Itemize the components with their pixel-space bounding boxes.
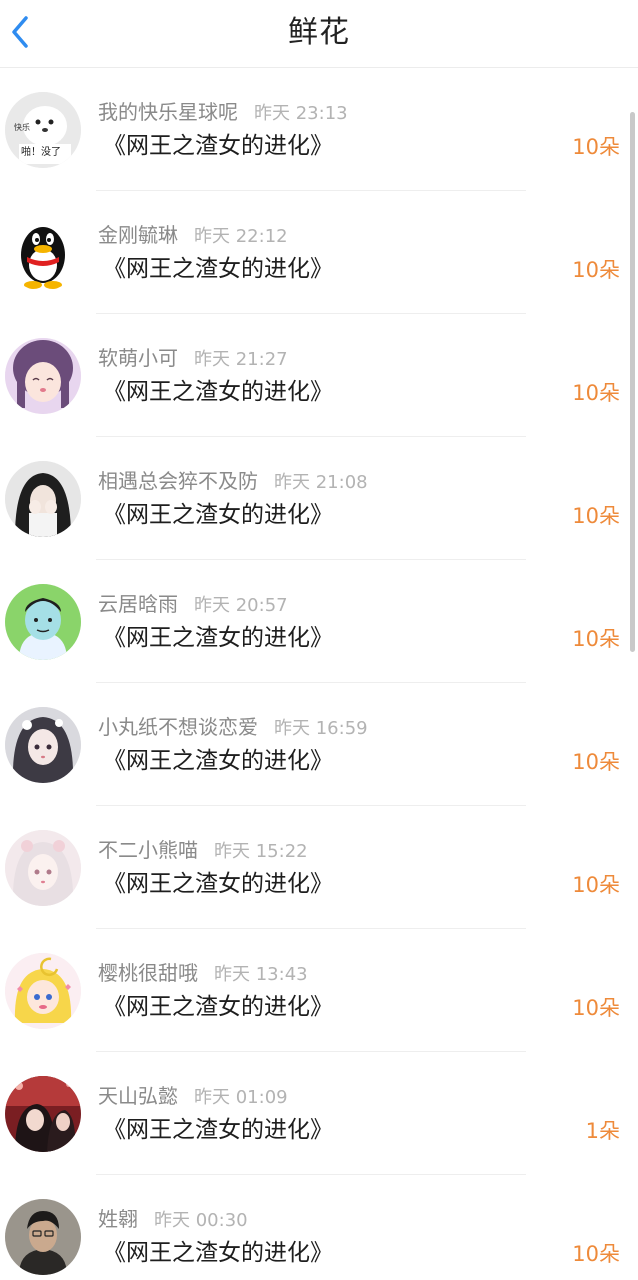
timestamp: 昨天 15:22: [214, 841, 308, 862]
book-title[interactable]: 《网王之渣女的进化》: [103, 868, 333, 900]
flower-count: 10朵: [572, 504, 620, 528]
avatar[interactable]: [5, 338, 81, 414]
book-title[interactable]: 《网王之渣女的进化》: [103, 1237, 333, 1269]
timestamp: 昨天 23:13: [254, 103, 348, 124]
nav-bar: 鲜花: [0, 0, 638, 68]
flower-count: 1朵: [585, 1119, 620, 1143]
user-name[interactable]: 金刚毓琳: [98, 223, 178, 247]
scrollbar[interactable]: [630, 112, 635, 652]
user-name[interactable]: 姓翱: [98, 1207, 138, 1231]
book-title[interactable]: 《网王之渣女的进化》: [103, 376, 333, 408]
user-name[interactable]: 天山弘懿: [98, 1084, 178, 1108]
flower-count: 10朵: [572, 135, 620, 159]
user-name[interactable]: 我的快乐星球呢: [98, 100, 238, 124]
timestamp: 昨天 01:09: [194, 1087, 288, 1108]
book-title[interactable]: 《网王之渣女的进化》: [103, 1114, 333, 1146]
list-item[interactable]: 姓翱 昨天 00:30 《网王之渣女的进化》 10朵: [0, 1175, 638, 1280]
book-title[interactable]: 《网王之渣女的进化》: [103, 745, 333, 777]
list-item[interactable]: 樱桃很甜哦 昨天 13:43 《网王之渣女的进化》 10朵: [0, 929, 638, 1052]
user-name[interactable]: 相遇总会猝不及防: [98, 469, 258, 493]
avatar[interactable]: 快乐 啪！没了: [5, 92, 81, 168]
avatar[interactable]: [5, 584, 81, 660]
list-item[interactable]: 相遇总会猝不及防 昨天 21:08 《网王之渣女的进化》 10朵: [0, 437, 638, 560]
svg-text:啪！没了: 啪！没了: [21, 145, 61, 158]
user-name[interactable]: 软萌小可: [98, 346, 178, 370]
book-title[interactable]: 《网王之渣女的进化》: [103, 499, 333, 531]
avatar[interactable]: [5, 1199, 81, 1275]
timestamp: 昨天 13:43: [214, 964, 308, 985]
flower-count: 10朵: [572, 750, 620, 774]
timestamp: 昨天 21:27: [194, 349, 288, 370]
list-item[interactable]: 软萌小可 昨天 21:27 《网王之渣女的进化》 10朵: [0, 314, 638, 437]
list-item[interactable]: 快乐 啪！没了 我的快乐星球呢 昨天 23:13 《网王之渣女的进化》 10朵: [0, 68, 638, 191]
user-name[interactable]: 云居晗雨: [98, 592, 178, 616]
user-name[interactable]: 樱桃很甜哦: [98, 961, 198, 985]
flower-count: 10朵: [572, 381, 620, 405]
timestamp: 昨天 00:30: [154, 1210, 248, 1231]
user-name[interactable]: 小丸纸不想谈恋爱: [98, 715, 258, 739]
avatar[interactable]: [5, 707, 81, 783]
flower-count: 10朵: [572, 996, 620, 1020]
avatar[interactable]: [5, 1076, 81, 1152]
timestamp: 昨天 16:59: [274, 718, 368, 739]
timestamp: 昨天 22:12: [194, 226, 288, 247]
flower-count: 10朵: [572, 258, 620, 282]
avatar[interactable]: [5, 830, 81, 906]
avatar[interactable]: [5, 953, 81, 1029]
flower-count: 10朵: [572, 627, 620, 651]
flower-list: 快乐 啪！没了 我的快乐星球呢昨天 23:13 《网王之渣女的进化》 10朵: [0, 68, 638, 1280]
page-title: 鲜花: [288, 15, 350, 50]
flower-count: 10朵: [572, 873, 620, 897]
avatar[interactable]: [5, 461, 81, 537]
list-item[interactable]: 金刚毓琳 昨天 22:12 《网王之渣女的进化》 10朵: [0, 191, 638, 314]
list-item[interactable]: 云居晗雨 昨天 20:57 《网王之渣女的进化》 10朵: [0, 560, 638, 683]
flower-count: 10朵: [572, 1242, 620, 1266]
list-item[interactable]: 不二小熊喵 昨天 15:22 《网王之渣女的进化》 10朵: [0, 806, 638, 929]
penguin-avatar-icon[interactable]: [5, 215, 81, 291]
list-item[interactable]: 天山弘懿 昨天 01:09 《网王之渣女的进化》 1朵: [0, 1052, 638, 1175]
timestamp: 昨天 21:08: [274, 472, 368, 493]
timestamp: 昨天 20:57: [194, 595, 288, 616]
book-title[interactable]: 《网王之渣女的进化》: [103, 622, 333, 654]
book-title[interactable]: 《网王之渣女的进化》: [103, 130, 333, 162]
book-title[interactable]: 《网王之渣女的进化》: [103, 253, 333, 285]
list-item[interactable]: 小丸纸不想谈恋爱 昨天 16:59 《网王之渣女的进化》 10朵: [0, 683, 638, 806]
svg-text:快乐: 快乐: [14, 122, 30, 132]
user-name[interactable]: 不二小熊喵: [98, 838, 198, 862]
book-title[interactable]: 《网王之渣女的进化》: [103, 991, 333, 1023]
